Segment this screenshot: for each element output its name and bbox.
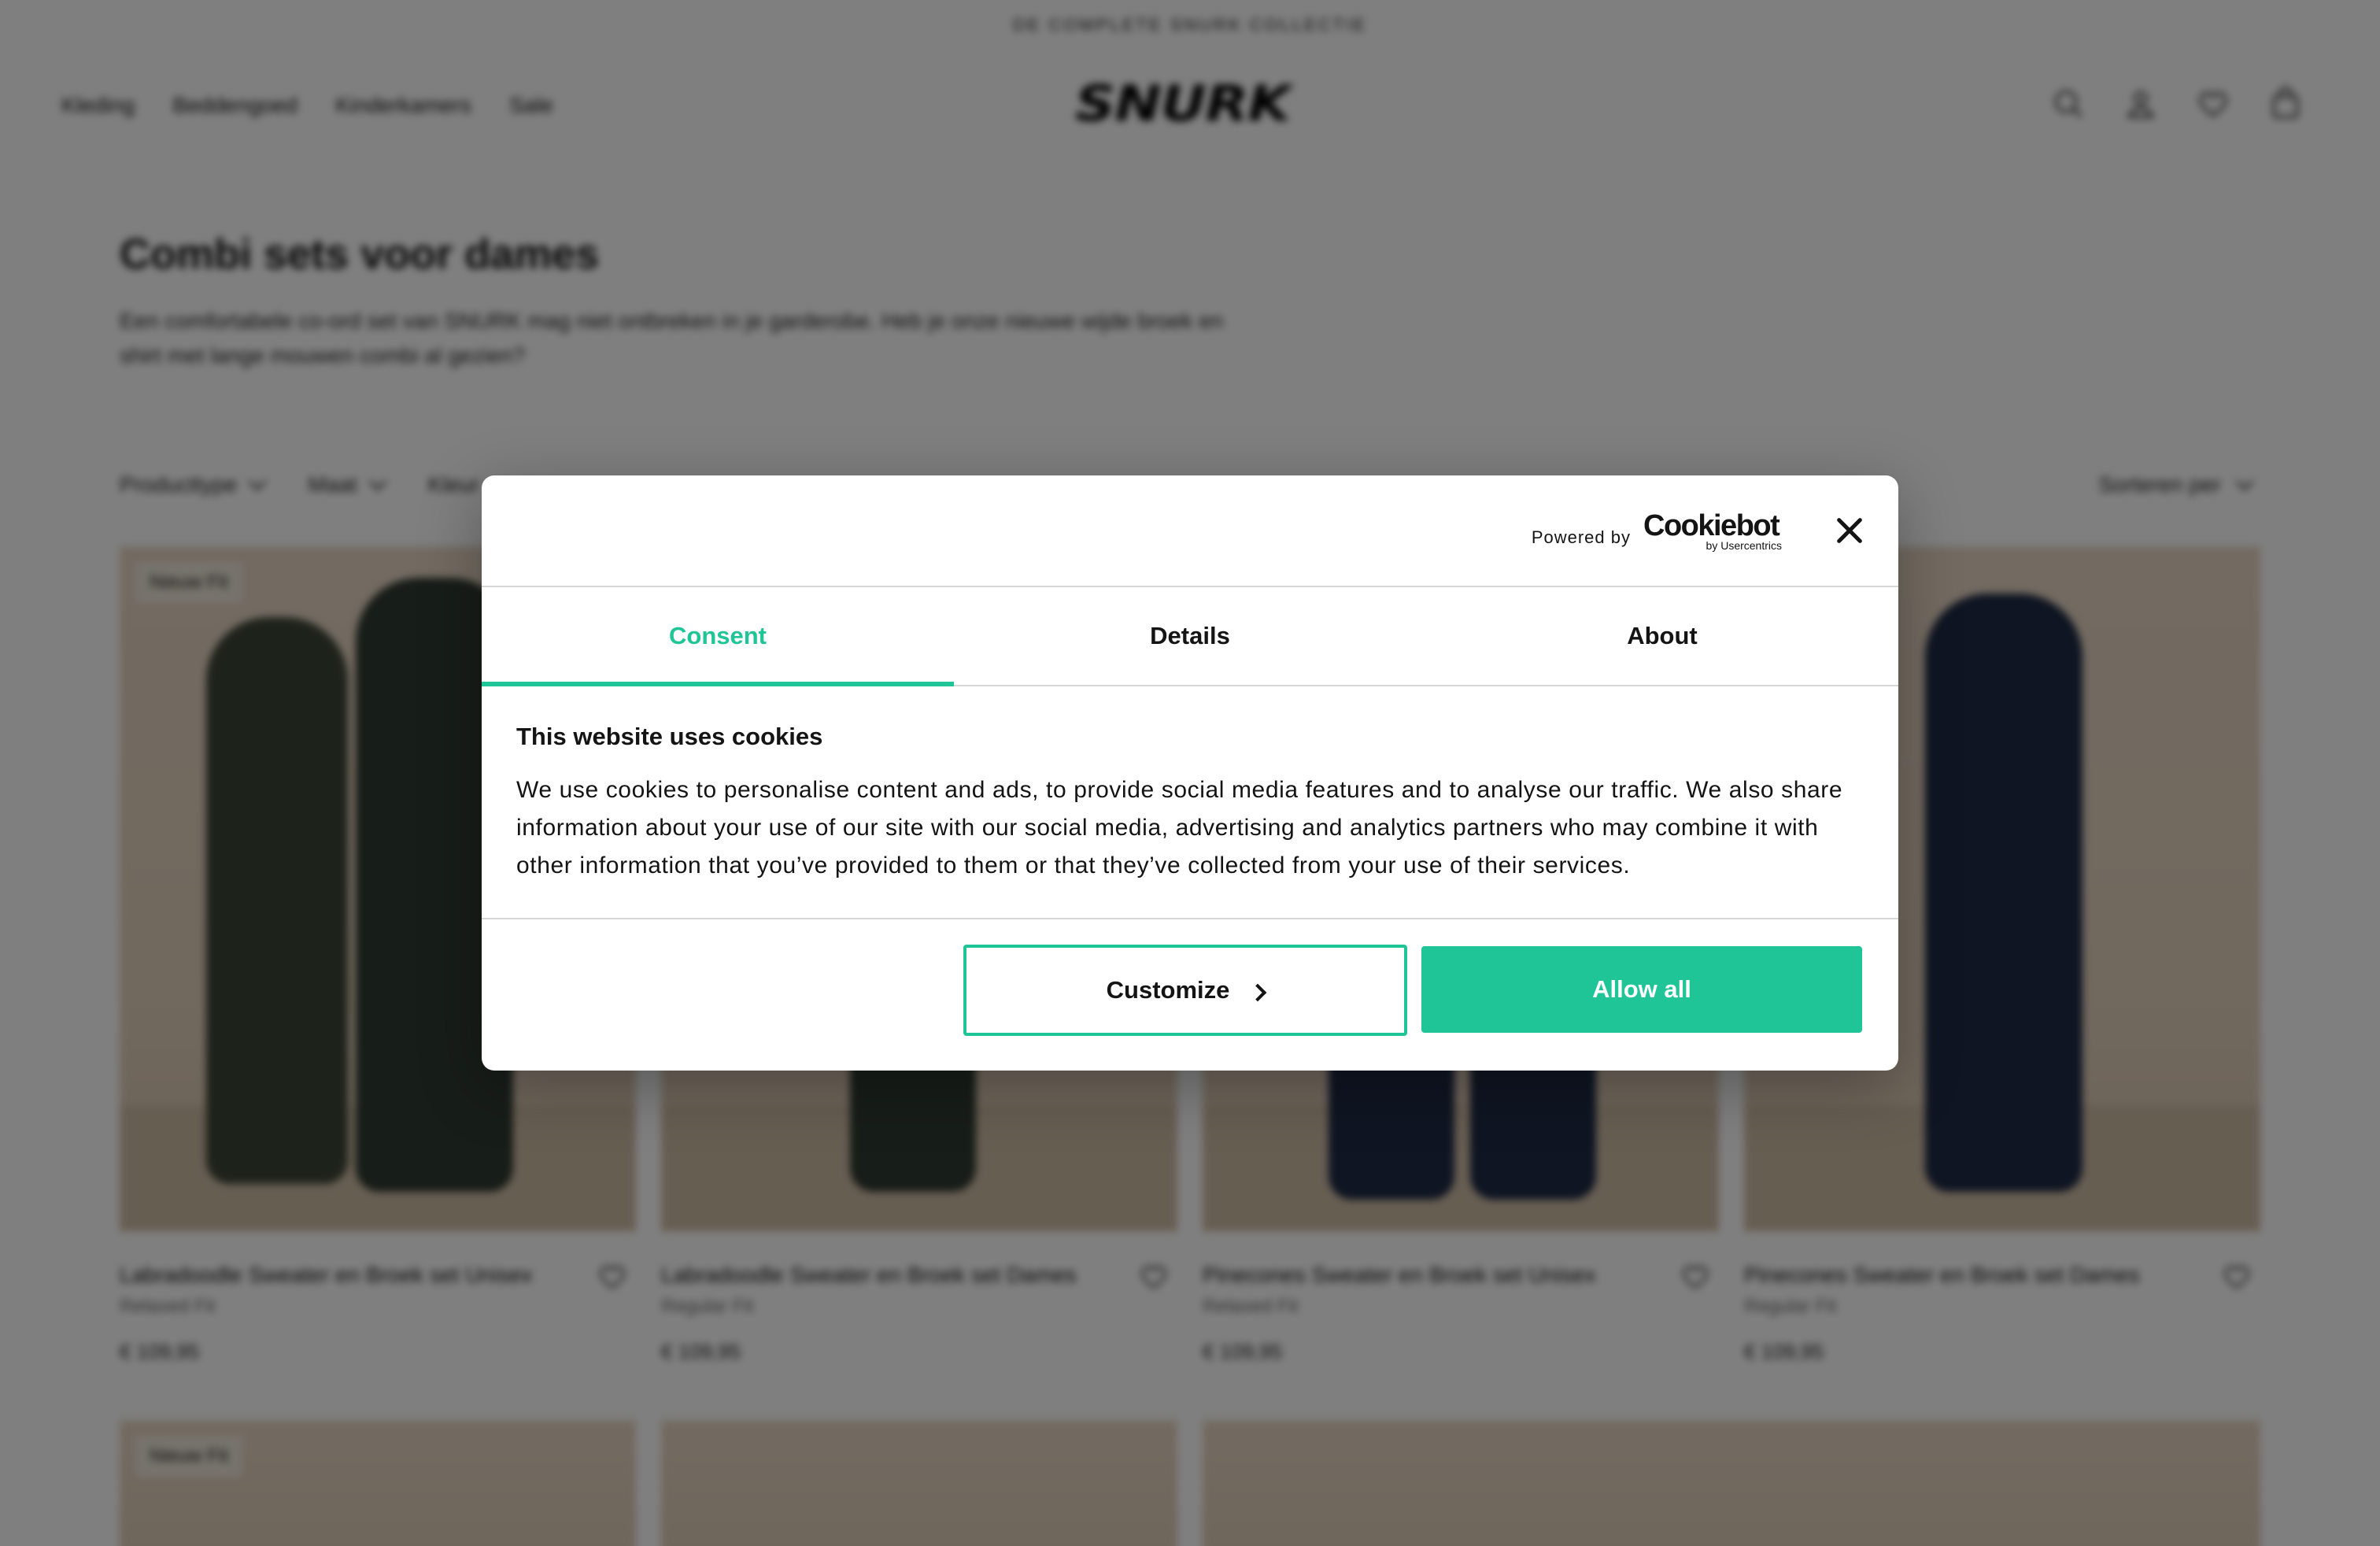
close-button[interactable] <box>1834 515 1865 546</box>
powered-by-label: Powered by <box>1531 527 1631 547</box>
dialog-title: This website uses cookies <box>516 723 823 750</box>
cookiebot-logo-subtext: by Usercentrics <box>1706 539 1782 552</box>
customize-label: Customize <box>1106 976 1230 1004</box>
dialog-tabs: Consent Details About <box>482 587 1898 686</box>
tab-about[interactable]: About <box>1426 587 1898 685</box>
allow-all-button[interactable]: Allow all <box>1421 946 1862 1033</box>
chevron-right-icon <box>1249 983 1267 1002</box>
cookiebot-logo-text: Cookiebot <box>1643 510 1780 542</box>
dialog-text: We use cookies to personalise content an… <box>516 777 1843 878</box>
cookiebot-logo[interactable]: Cookiebot by Usercentrics <box>1643 509 1782 553</box>
tab-consent[interactable]: Consent <box>482 587 954 686</box>
customize-button[interactable]: Customize <box>963 945 1407 1036</box>
dialog-footer: Customize Allow all <box>482 918 1898 1071</box>
close-icon <box>1837 518 1862 543</box>
dialog-body: This website uses cookies We use cookies… <box>516 723 1870 885</box>
powered-by-cookiebot: Powered by Cookiebot by Usercentrics <box>1531 509 1782 553</box>
tab-details[interactable]: Details <box>954 587 1426 685</box>
cookie-consent-dialog: Powered by Cookiebot by Usercentrics Con… <box>482 475 1898 1071</box>
dialog-header: Powered by Cookiebot by Usercentrics <box>482 475 1898 587</box>
